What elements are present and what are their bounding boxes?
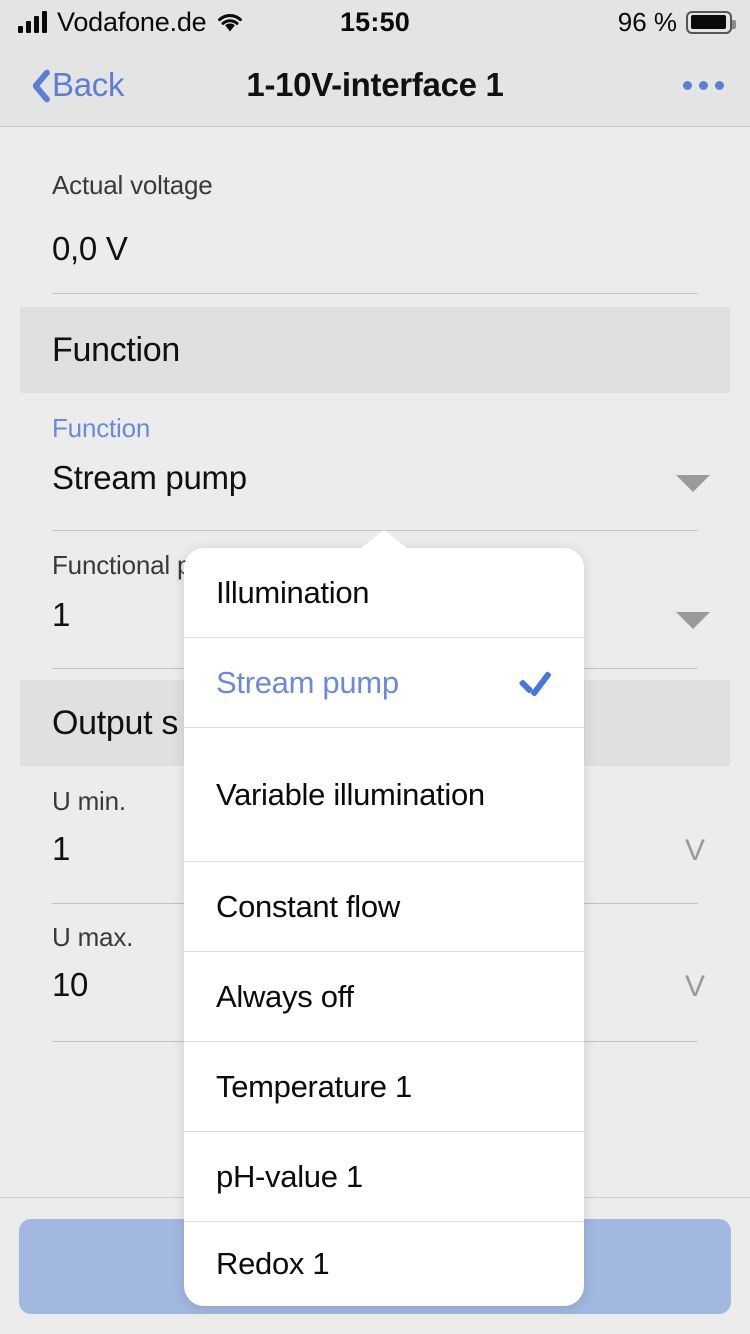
popup-pointer-arrow	[356, 530, 412, 552]
function-field-value: Stream pump	[52, 459, 247, 496]
chevron-down-icon[interactable]	[676, 475, 710, 492]
function-field-label: Function	[52, 413, 151, 443]
function-option-item[interactable]: Illumination	[184, 548, 584, 638]
actual-voltage-label: Actual voltage	[52, 170, 213, 200]
function-option-item[interactable]: Stream pump	[184, 638, 584, 728]
divider	[52, 293, 698, 294]
function-option-label: Redox 1	[216, 1246, 330, 1282]
function-option-label: Stream pump	[216, 664, 399, 700]
function-option-item[interactable]: Temperature 1	[184, 1042, 584, 1132]
u-min-label: U min.	[52, 786, 126, 816]
u-min-value: 1	[52, 830, 71, 867]
function-option-label: Constant flow	[216, 888, 400, 924]
phone-screen: Vodafone.de 15:50 96 % Back 1-10V-interf…	[0, 0, 750, 1334]
chevron-down-icon[interactable]	[676, 612, 710, 629]
function-option-item[interactable]: pH-value 1	[184, 1132, 584, 1222]
section-function-title: Function	[20, 307, 730, 393]
function-option-item[interactable]: Redox 1	[184, 1222, 584, 1306]
u-min-unit: V	[684, 834, 705, 867]
section-function: Function	[0, 307, 750, 393]
u-max-label: U max.	[52, 922, 134, 952]
navigation-bar: Back 1-10V-interface 1	[0, 44, 750, 127]
u-max-value: 10	[52, 966, 89, 1003]
function-option-label: Always off	[216, 978, 354, 1014]
checkmark-icon	[518, 669, 552, 697]
more-horizontal-icon[interactable]	[683, 80, 750, 90]
status-bar: Vodafone.de 15:50 96 %	[0, 0, 750, 44]
functional-p-field-value: 1	[52, 596, 71, 633]
function-option-item[interactable]: Always off	[184, 952, 584, 1042]
function-option-label: Temperature 1	[216, 1068, 412, 1104]
function-options-popup: Illumination Stream pump Variable illumina…	[184, 548, 584, 1306]
actual-voltage-row: Actual voltage 0,0 V	[0, 170, 750, 320]
battery-full-icon	[686, 10, 736, 34]
battery-percent-label: 96 %	[617, 6, 677, 37]
status-bar-right: 96 %	[617, 6, 736, 38]
function-field-row[interactable]: Function Stream pump	[0, 413, 750, 533]
function-option-label: pH-value 1	[216, 1158, 363, 1194]
actual-voltage-value: 0,0 V	[52, 230, 128, 267]
back-button[interactable]: Back	[0, 64, 124, 106]
chevron-left-icon	[22, 64, 48, 106]
function-options-list: Illumination Stream pump Variable illumina…	[184, 548, 584, 1306]
function-option-item[interactable]: Constant flow	[184, 862, 584, 952]
back-button-label: Back	[52, 66, 125, 103]
function-option-label: Variable illumination	[216, 776, 485, 812]
function-option-item[interactable]: Variable illumination	[184, 728, 584, 862]
functional-p-field-label: Functional p	[52, 550, 192, 580]
function-option-label: Illumination	[216, 574, 370, 610]
u-max-unit: V	[684, 970, 705, 1003]
